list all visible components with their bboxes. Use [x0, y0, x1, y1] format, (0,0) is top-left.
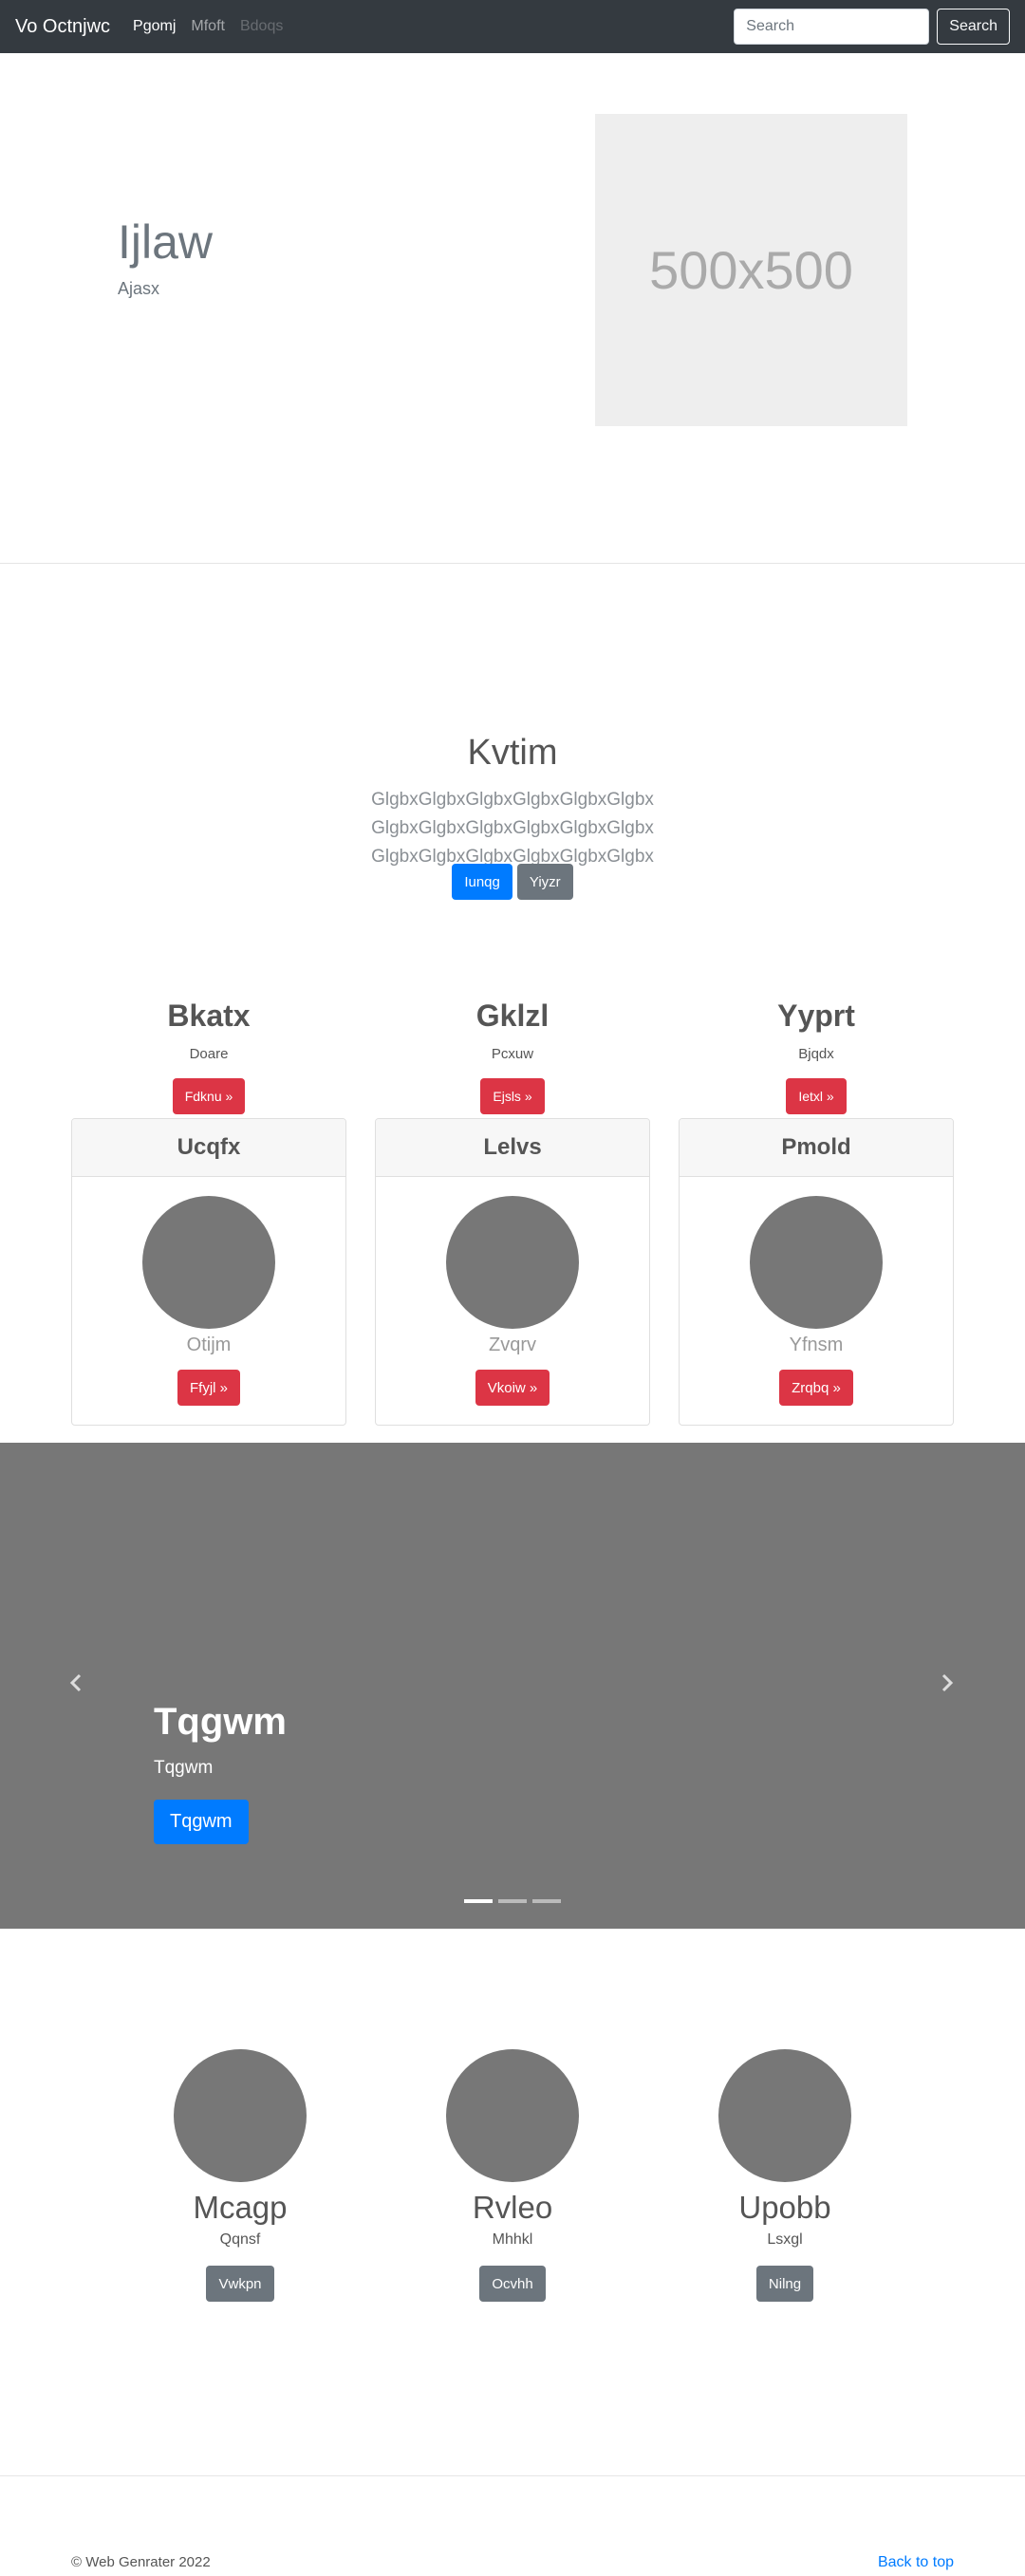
card-header: Ucqfx [72, 1119, 345, 1177]
hero-title: Ijlaw [118, 215, 214, 269]
marketing-subtitle: Lsxgl [767, 2231, 803, 2248]
marketing-name: Rvleo [472, 2190, 553, 2225]
jumbotron-secondary-button[interactable]: Yiyzr [516, 864, 573, 900]
feature-subtitle: Doare [189, 1046, 229, 1062]
carousel-indicator-1[interactable] [464, 1899, 493, 1903]
navbar: Vo Octnjwc Pgomj Mfoft Bdoqs Search [0, 0, 1025, 53]
carousel: Tqgwm Tqgwm Tqgwm [0, 1443, 1025, 1929]
card: Lelvs Zvqrv Vkoiw » [375, 1118, 650, 1426]
jumbotron-text: GlgbxGlgbxGlgbxGlgbxGlgbxGlgbx GlgbxGlgb… [371, 790, 654, 867]
hero-subtitle: Ajasx [118, 279, 160, 298]
feature-button[interactable]: Ejsls » [480, 1078, 545, 1114]
jumbotron-title: Kvtim [467, 733, 558, 773]
nav-link-pgomj[interactable]: Pgomj [133, 18, 176, 35]
footer-copyright: © Web Genrater 2022 [71, 2554, 211, 2570]
marketing-subtitle: Qqnsf [219, 2231, 261, 2248]
feature-button[interactable]: Fdknu » [172, 1078, 246, 1114]
search-input[interactable] [734, 9, 930, 45]
feature-column: Gklzl Pcxuw Ejsls » [375, 999, 650, 1114]
feature-title: Gklzl [475, 999, 550, 1033]
marketing-name: Mcagp [193, 2190, 288, 2225]
carousel-indicator-2[interactable] [498, 1899, 527, 1903]
card-button[interactable]: Vkoiw » [475, 1370, 550, 1406]
marketing-button[interactable]: Vwkpn [206, 2266, 274, 2302]
marketing-avatar-placeholder [446, 2049, 579, 2182]
nav-link-mfoft[interactable]: Mfoft [191, 18, 225, 35]
footer-divider [0, 2475, 1025, 2476]
card-header: Lelvs [376, 1119, 649, 1177]
feature-column: Bkatx Doare Fdknu » [71, 999, 346, 1114]
card-button[interactable]: Zrqbq » [779, 1370, 853, 1406]
feature-button[interactable]: Ietxl » [786, 1078, 847, 1114]
chevron-right-icon[interactable] [938, 1669, 957, 1697]
marketing-avatar-placeholder [718, 2049, 851, 2182]
jumbotron-buttons: Iunqg Yiyzr [0, 864, 1025, 900]
feature-title: Yyprt [777, 999, 855, 1033]
card-name: Zvqrv [489, 1335, 536, 1355]
carousel-indicator-3[interactable] [532, 1899, 561, 1903]
navbar-brand[interactable]: Vo Octnjwc [15, 16, 110, 38]
card-avatar-placeholder [446, 1196, 579, 1329]
feature-column: Yyprt Bjqdx Ietxl » [679, 999, 954, 1114]
marketing-button[interactable]: Nilng [755, 2266, 814, 2302]
chevron-left-icon[interactable] [66, 1669, 85, 1697]
search-button[interactable]: Search [937, 9, 1010, 45]
card-header: Pmold [680, 1119, 953, 1177]
section-divider [0, 563, 1025, 564]
nav-link-bdoqs: Bdoqs [239, 18, 284, 34]
feature-subtitle: Bjqdx [798, 1046, 834, 1062]
carousel-button[interactable]: Tqgwm [154, 1800, 249, 1844]
card-avatar-placeholder [142, 1196, 275, 1329]
marketing-column: Upobb Lsxgl Nilng [666, 2049, 904, 2302]
marketing-column: Mcagp Qqnsf Vwkpn [121, 2049, 359, 2302]
card-button[interactable]: Ffyjl » [177, 1370, 240, 1406]
card: Pmold Yfnsm Zrqbq » [679, 1118, 954, 1426]
marketing-avatar-placeholder [174, 2049, 307, 2182]
jumbotron-primary-button[interactable]: Iunqg [452, 864, 512, 900]
marketing-name: Upobb [738, 2190, 831, 2225]
card-name: Otijm [186, 1335, 232, 1355]
hero-image-label: 500x500 [649, 240, 853, 300]
card-avatar-placeholder [750, 1196, 883, 1329]
carousel-subtitle: Tqgwm [154, 1758, 214, 1778]
marketing-button[interactable]: Ocvhh [479, 2266, 546, 2302]
hero-placeholder-image: 500x500 [595, 114, 907, 426]
card-name: Yfnsm [789, 1335, 844, 1355]
feature-title: Bkatx [167, 999, 251, 1033]
back-to-top-link[interactable]: Back to top [878, 2554, 954, 2571]
feature-subtitle: Pcxuw [491, 1046, 534, 1062]
carousel-title: Tqgwm [154, 1701, 287, 1743]
card: Ucqfx Otijm Ffyjl » [71, 1118, 346, 1426]
marketing-column: Rvleo Mhhkl Ocvhh [394, 2049, 631, 2302]
marketing-subtitle: Mhhkl [492, 2231, 533, 2248]
